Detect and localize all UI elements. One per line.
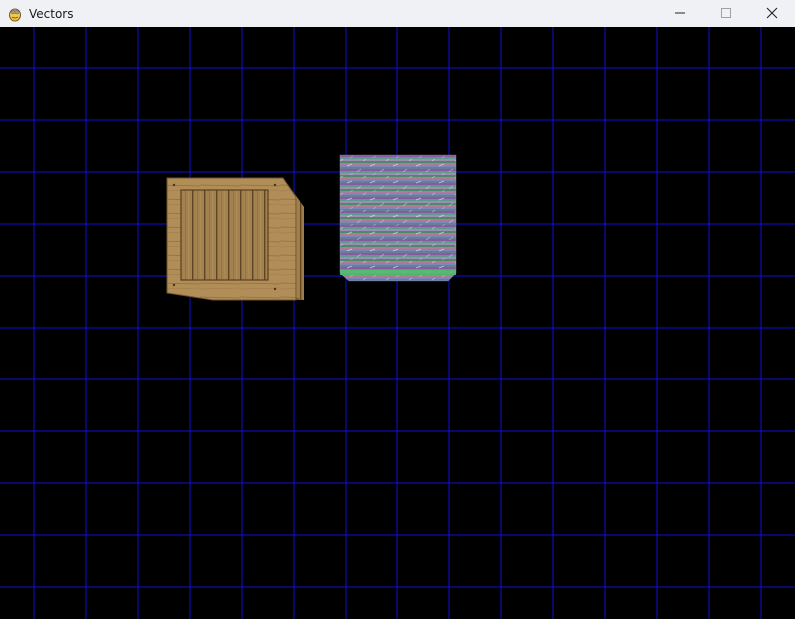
wooden-crate	[166, 177, 304, 301]
close-icon	[766, 4, 778, 23]
maximize-button[interactable]	[703, 0, 749, 27]
close-button[interactable]	[749, 0, 795, 27]
scene-svg	[0, 27, 795, 619]
striped-noise-cube	[339, 154, 457, 282]
window-title: Vectors	[29, 6, 74, 21]
title-bar[interactable]: Vectors	[0, 0, 795, 27]
minimize-icon	[674, 4, 686, 23]
render-canvas[interactable]	[0, 27, 795, 619]
maximize-icon	[720, 4, 732, 23]
window-controls	[657, 0, 795, 27]
pygame-snake-icon	[7, 6, 23, 22]
app-window: Vectors	[0, 0, 795, 619]
minimize-button[interactable]	[657, 0, 703, 27]
background-grid	[0, 27, 795, 619]
